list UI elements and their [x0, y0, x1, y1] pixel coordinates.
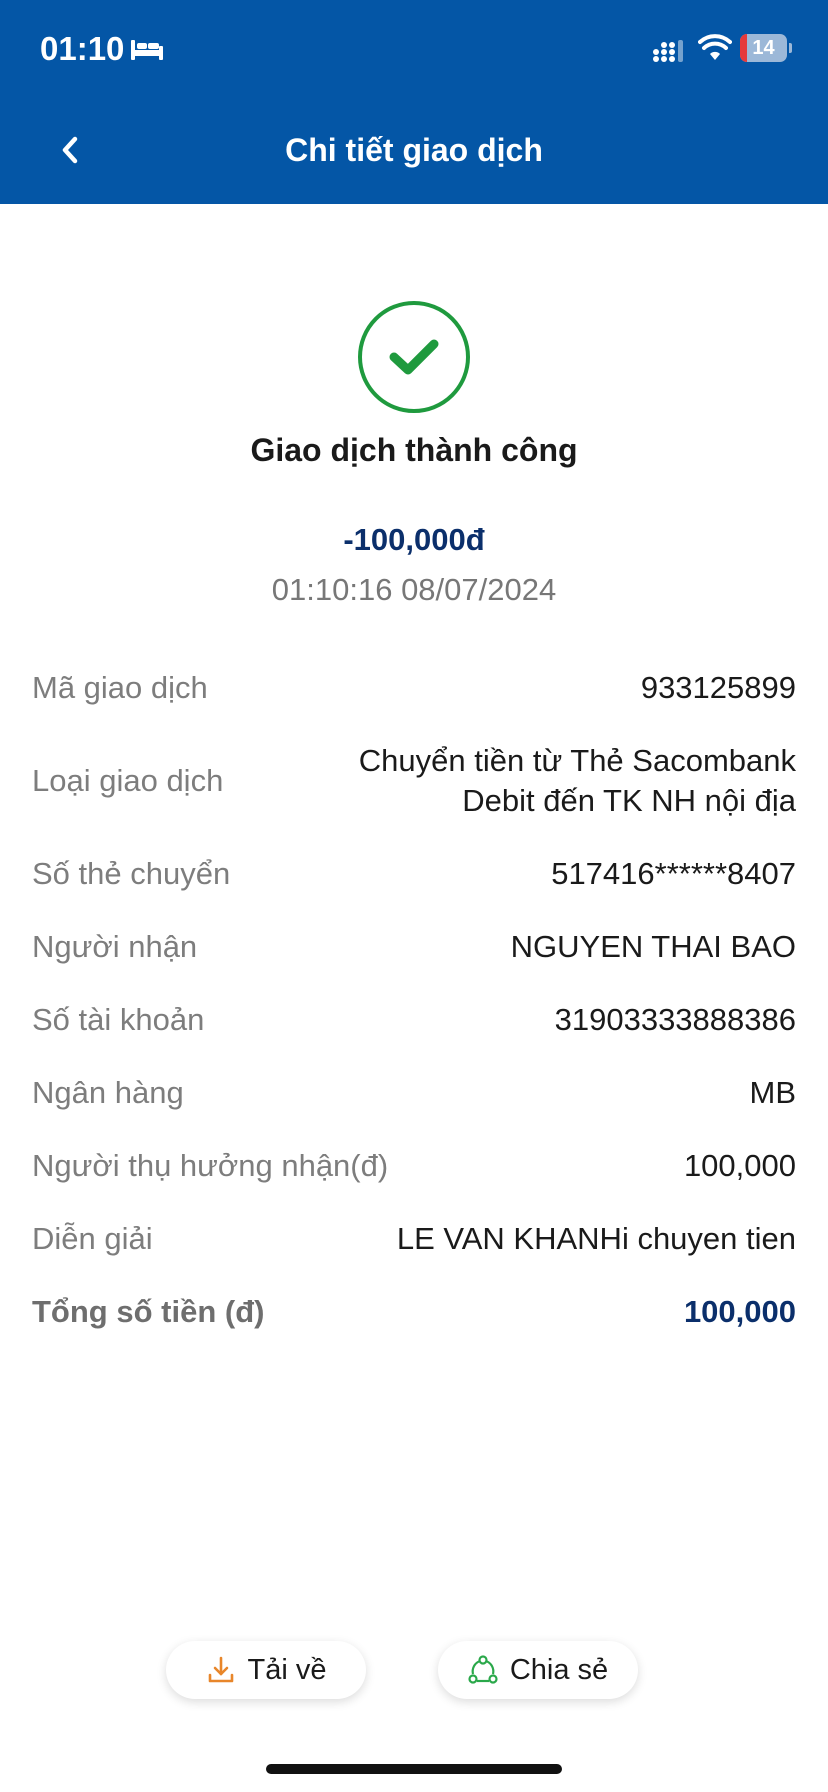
transaction-status: Giao dịch thành công [250, 432, 578, 468]
detail-label: Ngân hàng [32, 1075, 184, 1110]
detail-value: LE VAN KHANHi chuyen tien [396, 1221, 796, 1256]
detail-value: 31903333888386 [554, 1002, 796, 1037]
detail-label: Số thẻ chuyển [32, 856, 231, 891]
detail-row-description: Diễn giải LE VAN KHANHi chuyen tien [32, 1219, 796, 1259]
detail-label: Tổng số tiền (đ) [32, 1294, 265, 1329]
home-indicator[interactable] [266, 1764, 562, 1774]
detail-value: MB [749, 1075, 797, 1110]
detail-value: 100,000 [683, 1294, 796, 1329]
detail-row-card-number: Số thẻ chuyển 517416******8407 [32, 854, 796, 894]
detail-label: Người thụ hưởng nhận(đ) [32, 1148, 389, 1183]
detail-row-transaction-id: Mã giao dịch 933125899 [32, 668, 796, 708]
download-button[interactable]: Tải về [166, 1641, 366, 1699]
detail-label: Diễn giải [32, 1221, 153, 1256]
detail-value: 933125899 [640, 670, 796, 705]
detail-value: NGUYEN THAI BAO [510, 929, 796, 964]
page-title: Chi tiết giao dịch [285, 132, 543, 168]
share-icon [468, 1655, 498, 1684]
detail-row-recipient: Người nhận NGUYEN THAI BAO [32, 927, 796, 967]
share-button[interactable]: Chia sẻ [438, 1641, 638, 1699]
detail-row-transaction-type: Loại giao dịch Chuyển tiền từ Thẻ Sacomb… [32, 741, 796, 821]
detail-row-total: Tổng số tiền (đ) 100,000 [32, 1292, 796, 1332]
download-icon [208, 1656, 233, 1683]
transaction-amount: -100,000đ [343, 522, 485, 557]
battery-level: 14 [752, 37, 775, 59]
detail-row-account-number: Số tài khoản 31903333888386 [32, 1000, 796, 1040]
download-label: Tải về [247, 1653, 327, 1686]
detail-row-bank: Ngân hàng MB [32, 1073, 796, 1113]
detail-row-beneficiary-amount: Người thụ hưởng nhận(đ) 100,000 [32, 1146, 796, 1186]
detail-value-line: Chuyển tiền từ Thẻ Sacombank [358, 743, 796, 778]
wifi-icon [698, 34, 732, 60]
battery-icon: 14 [740, 34, 792, 62]
detail-value: Chuyển tiền từ Thẻ Sacombank Debit đến T… [359, 741, 796, 821]
bed-icon [131, 40, 163, 60]
detail-value: 517416******8407 [551, 856, 796, 891]
transaction-datetime: 01:10:16 08/07/2024 [271, 572, 557, 607]
success-check-icon [358, 301, 470, 413]
status-bar: 01:10 14 [0, 0, 828, 100]
signal-icon [653, 40, 683, 62]
detail-label: Loại giao dịch [32, 763, 224, 798]
detail-value-line: Debit đến TK NH nội địa [462, 783, 796, 818]
app-header: 01:10 14 Chi tiết giao dịch [0, 0, 828, 204]
detail-label: Số tài khoản [32, 1002, 205, 1037]
share-label: Chia sẻ [509, 1653, 609, 1686]
detail-label: Mã giao dịch [32, 670, 208, 705]
detail-label: Người nhận [32, 929, 198, 964]
status-time: 01:10 [40, 30, 125, 67]
detail-value: 100,000 [683, 1148, 796, 1183]
transaction-details: Mã giao dịch 933125899 Loại giao dịch Ch… [32, 668, 796, 1365]
